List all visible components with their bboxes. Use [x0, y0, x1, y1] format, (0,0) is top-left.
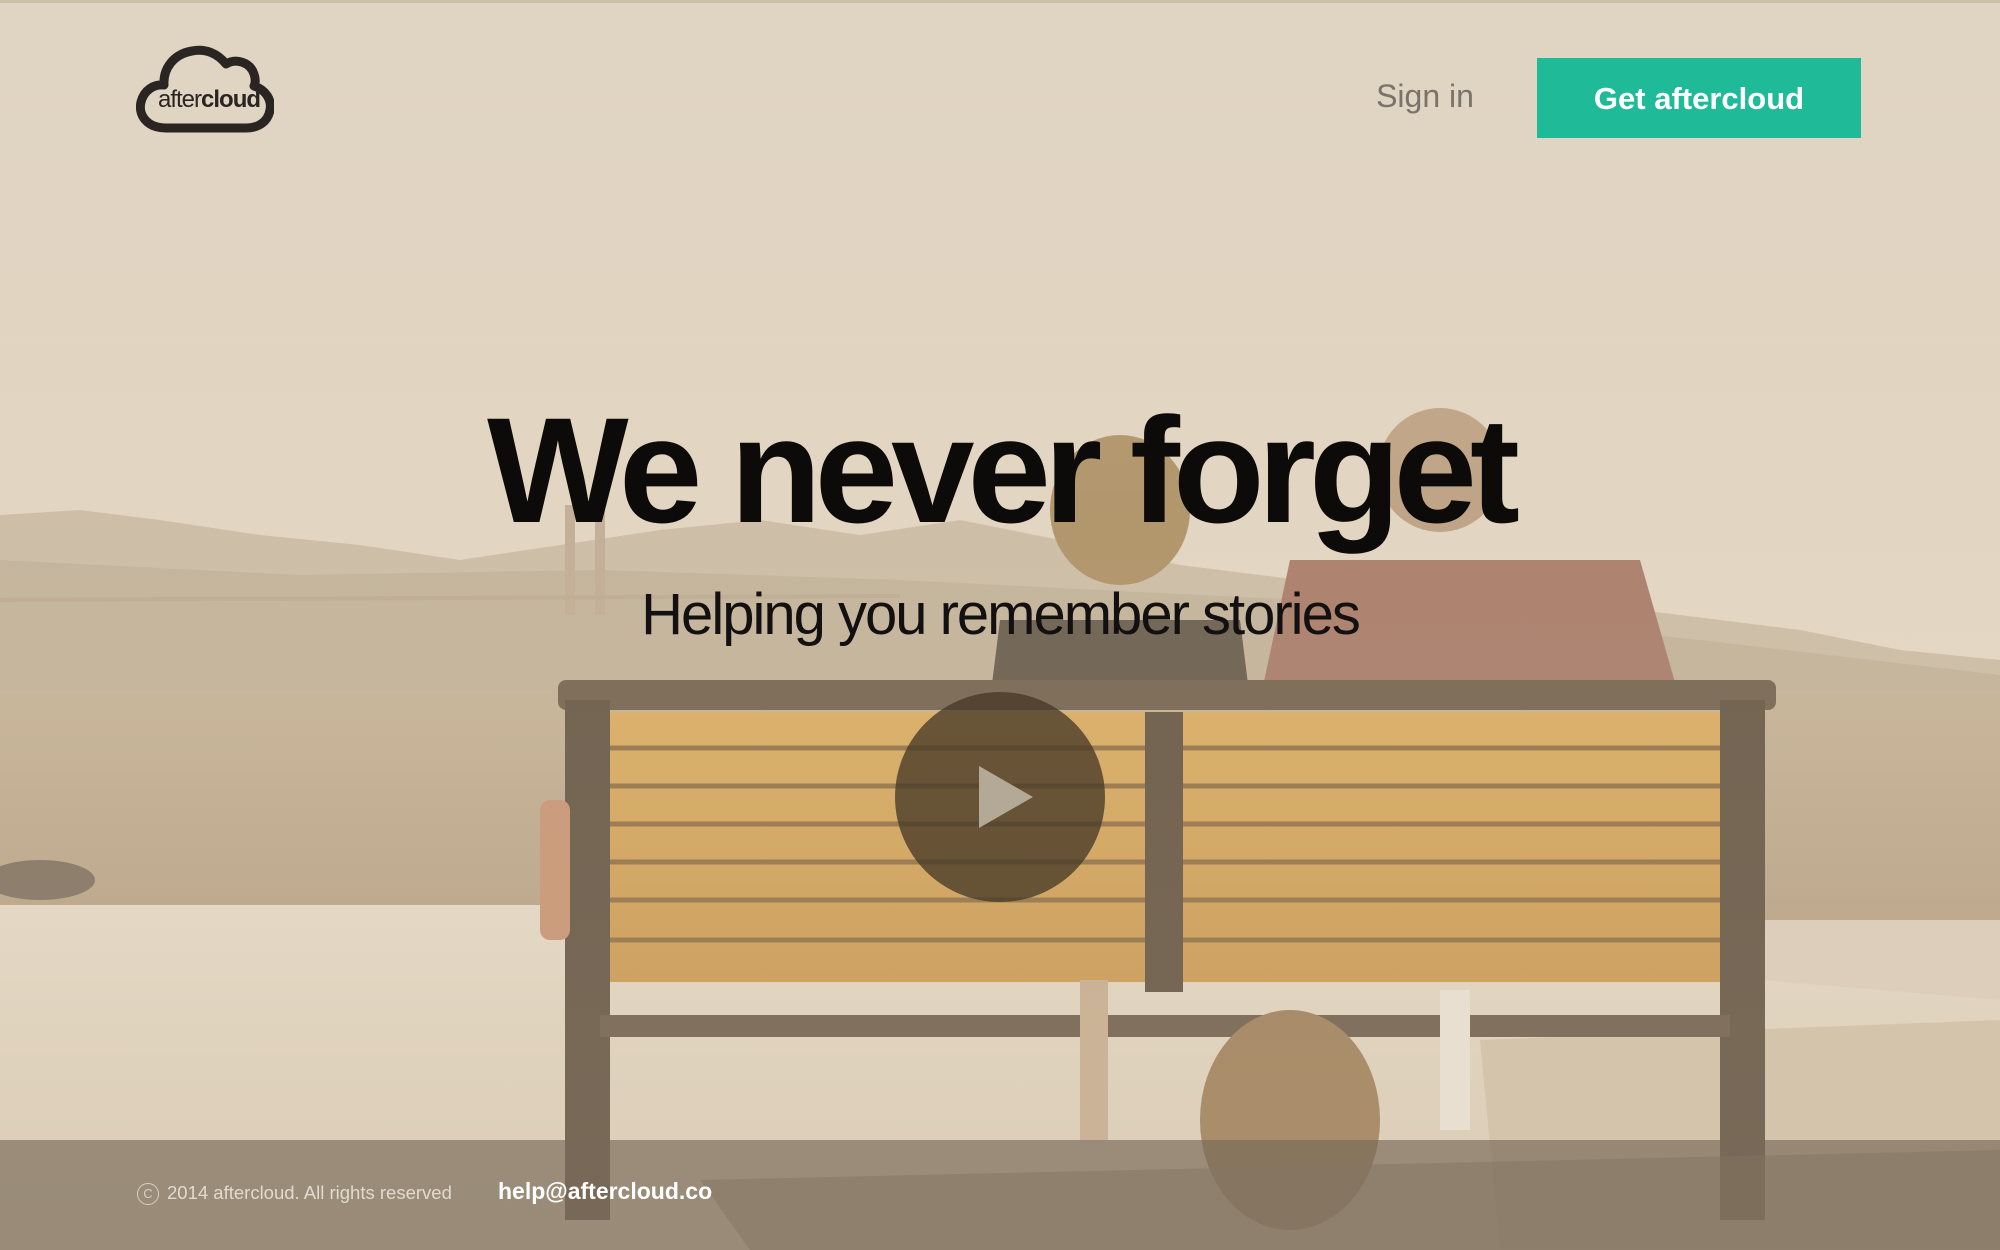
- landing-page: aftercloud Sign in Get aftercloud We nev…: [0, 0, 2000, 1250]
- hero-headline: We never forget: [487, 386, 1520, 554]
- sign-in-link[interactable]: Sign in: [1360, 74, 1490, 118]
- footer-copyright: 2014 aftercloud. All rights reserved: [167, 1182, 452, 1203]
- get-aftercloud-button[interactable]: Get aftercloud: [1537, 58, 1861, 138]
- copyright-icon: C: [137, 1183, 159, 1205]
- logo-wordmark: aftercloud: [158, 86, 261, 114]
- footer-email-link[interactable]: help@aftercloud.co: [498, 1178, 712, 1205]
- logo-wordmark-bold: cloud: [201, 86, 261, 113]
- aftercloud-logo[interactable]: aftercloud: [136, 42, 274, 134]
- logo-wordmark-regular: after: [158, 86, 202, 113]
- top-border: [0, 0, 2000, 3]
- play-icon: [979, 766, 1033, 828]
- play-video-button[interactable]: [895, 692, 1105, 902]
- hero-subheadline: Helping you remember stories: [641, 582, 1361, 647]
